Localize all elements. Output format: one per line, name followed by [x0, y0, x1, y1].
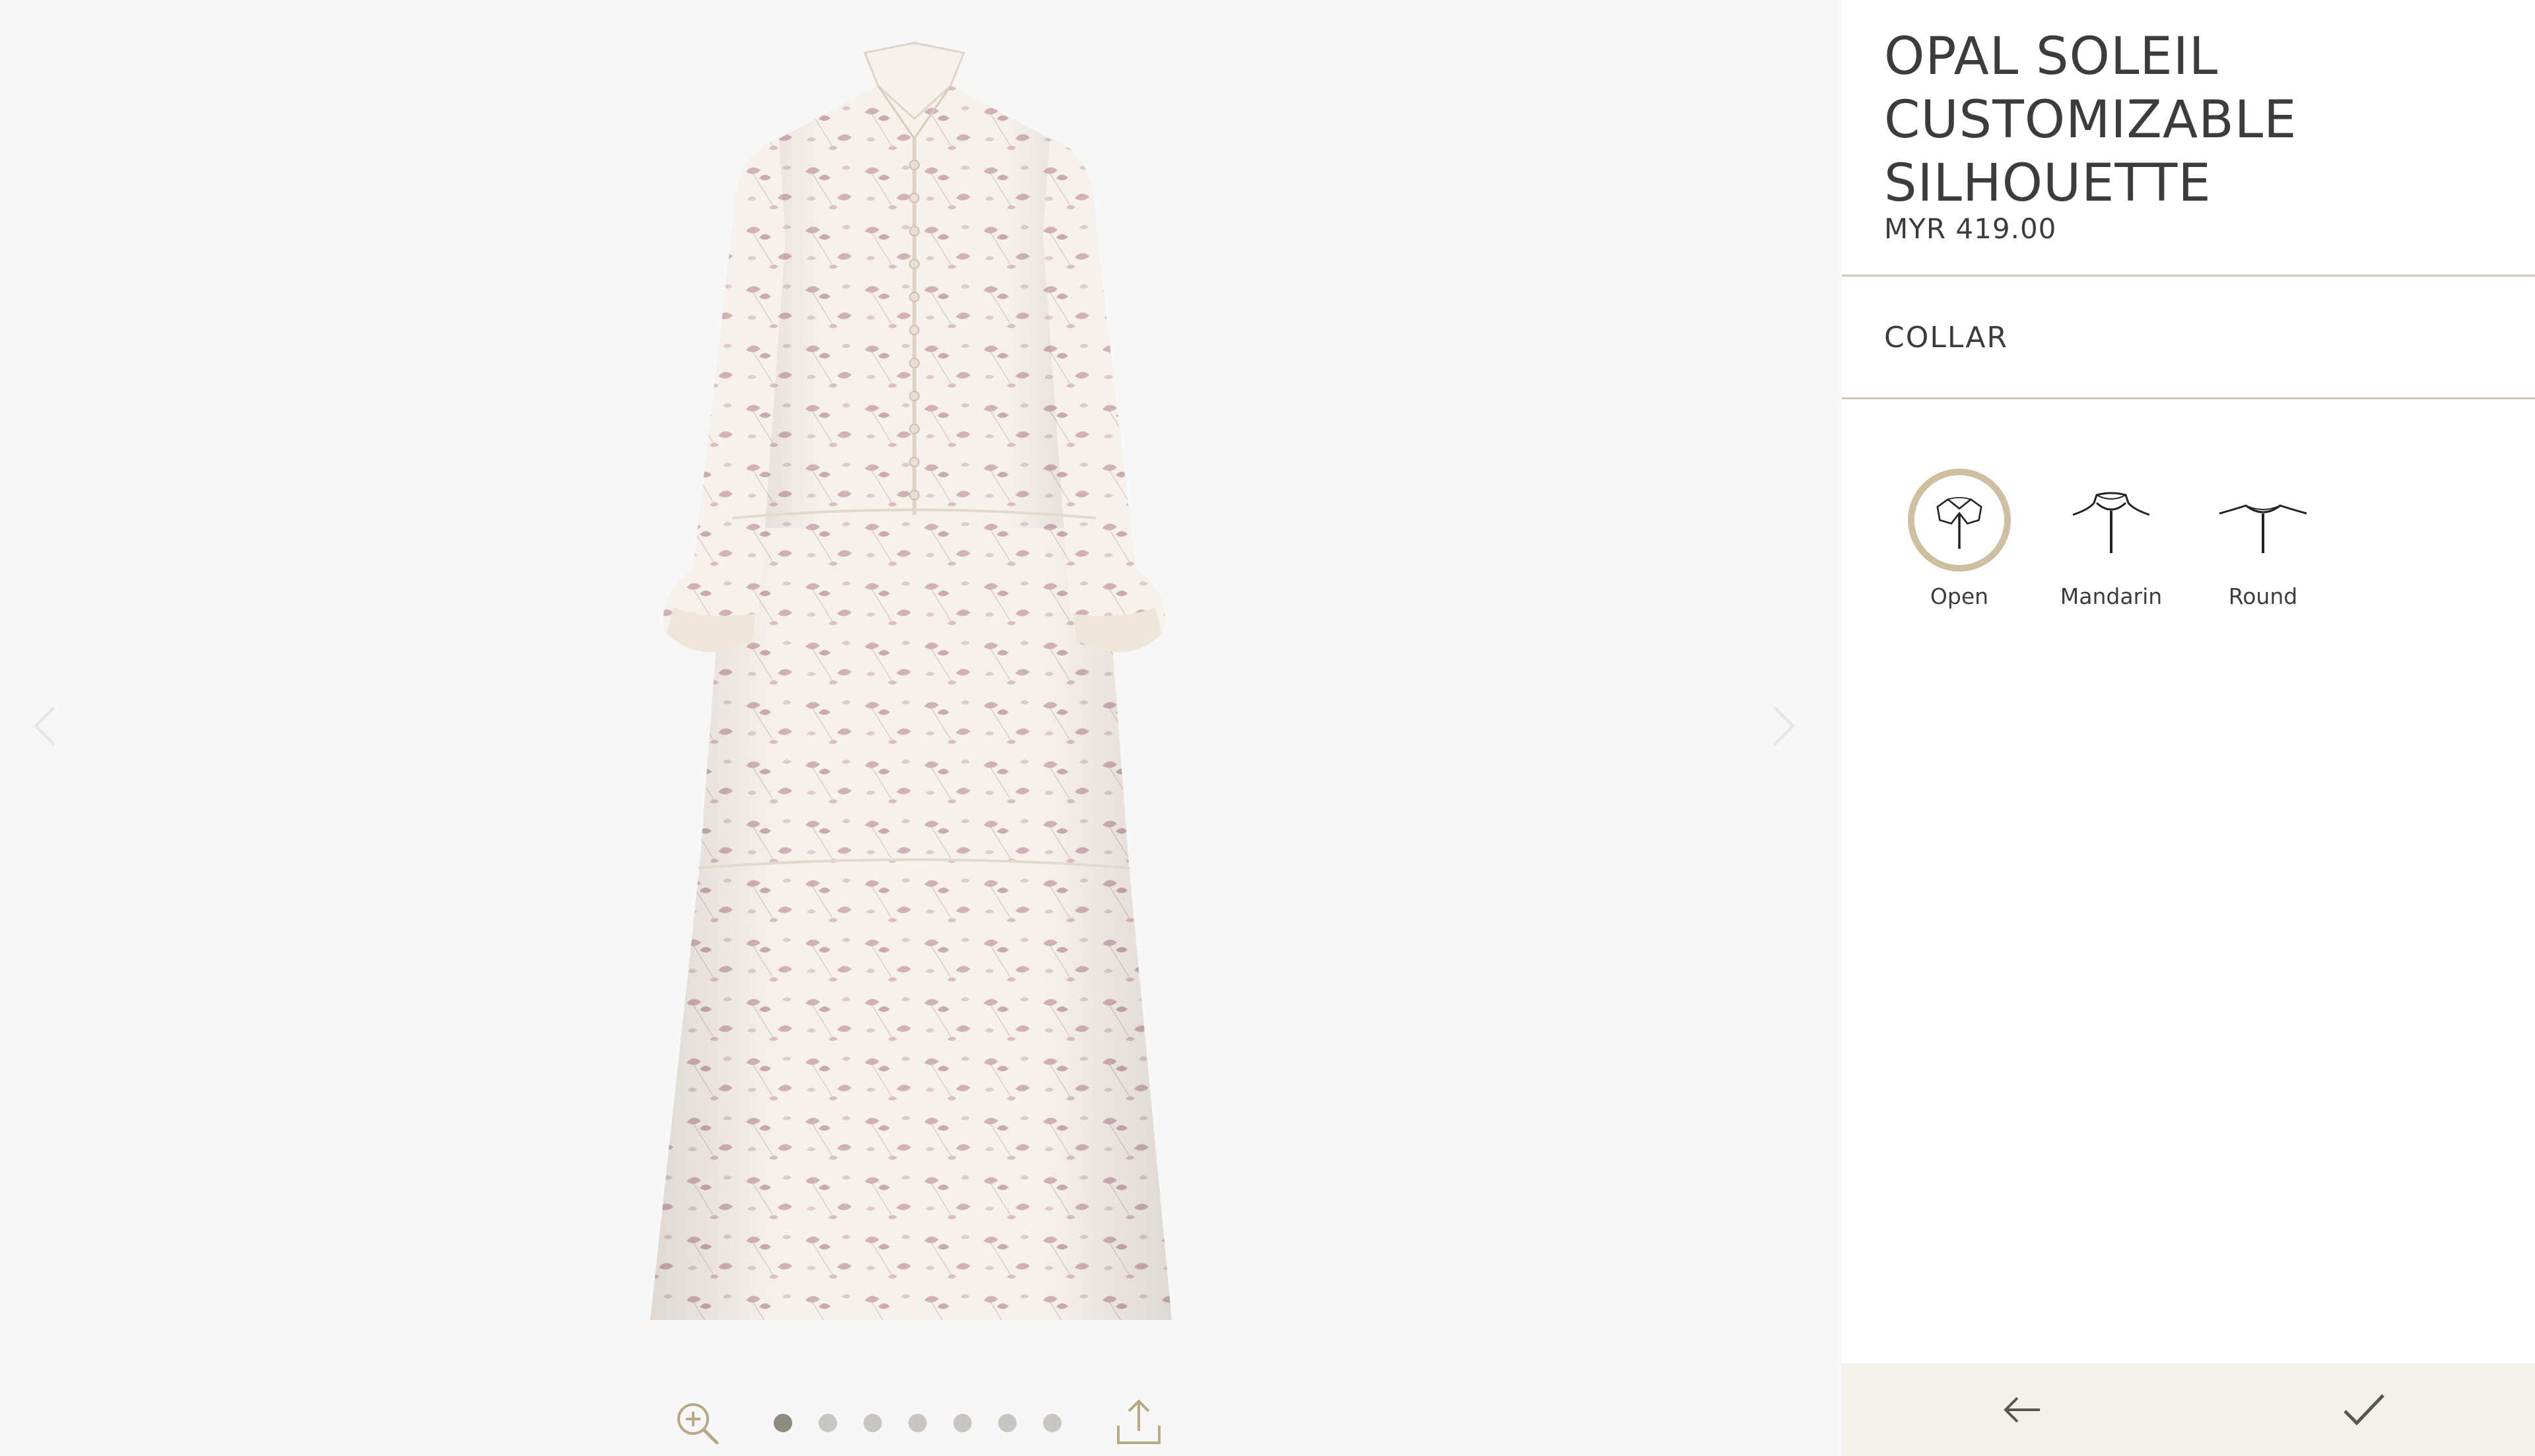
- open-collar-icon: [1908, 469, 2011, 572]
- chevron-left-icon[interactable]: [20, 700, 73, 752]
- collar-option-open[interactable]: Open: [1893, 462, 2025, 620]
- pagination-dot[interactable]: [774, 1414, 792, 1432]
- pagination-dot[interactable]: [953, 1414, 972, 1432]
- option-label: Mandarin: [2060, 583, 2163, 609]
- dress-image: [621, 40, 1201, 1333]
- share-icon[interactable]: [1114, 1397, 1163, 1445]
- pagination-dot[interactable]: [908, 1414, 927, 1432]
- option-label: Round: [2228, 583, 2298, 609]
- arrow-left-icon[interactable]: [1996, 1383, 2049, 1436]
- collar-option-round[interactable]: Round: [2197, 462, 2329, 620]
- product-title: OPAL SOLEIL CUSTOMIZABLE SILHOUETTE: [1884, 27, 2297, 213]
- pagination-dot[interactable]: [998, 1414, 1017, 1432]
- viewer-toolbar: [673, 1399, 1175, 1448]
- customization-panel: OPAL SOLEIL CUSTOMIZABLE SILHOUETTE MYR …: [1842, 0, 2535, 1456]
- option-label: Open: [1930, 583, 1989, 609]
- pagination-dot[interactable]: [819, 1414, 837, 1432]
- product-viewer: [0, 0, 1842, 1456]
- zoom-in-icon[interactable]: [673, 1399, 722, 1448]
- section-title: COLLAR: [1884, 321, 2009, 354]
- divider: [1842, 275, 2535, 277]
- product-price: MYR 419.00: [1884, 213, 2057, 245]
- collar-options: Open Mandarin Round: [1842, 462, 2535, 634]
- pagination-dot[interactable]: [1043, 1414, 1062, 1432]
- mandarin-collar-icon: [2060, 469, 2163, 572]
- checkmark-icon[interactable]: [2337, 1383, 2390, 1436]
- divider: [1842, 397, 2535, 399]
- chevron-right-icon[interactable]: [1756, 700, 1809, 752]
- round-collar-icon: [2212, 469, 2315, 572]
- collar-option-mandarin[interactable]: Mandarin: [2045, 462, 2177, 620]
- panel-footer: [1842, 1364, 2535, 1456]
- pagination-dot[interactable]: [863, 1414, 882, 1432]
